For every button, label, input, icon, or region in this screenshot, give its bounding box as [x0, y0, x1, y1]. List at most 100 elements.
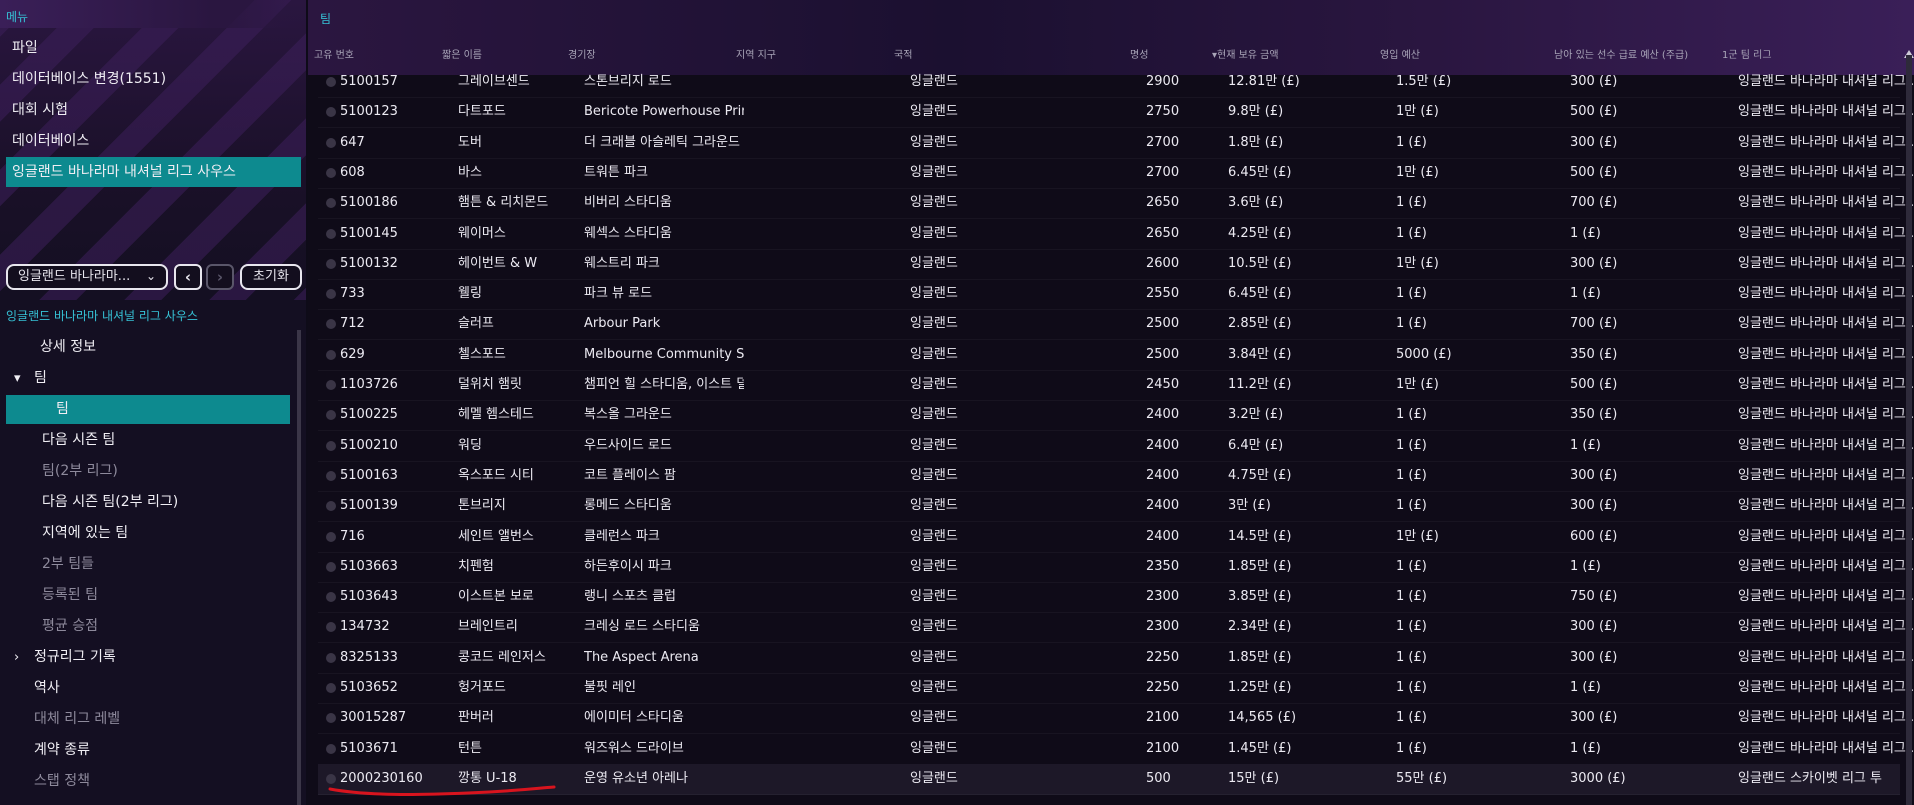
table-cell: 잉글랜드 [910, 407, 958, 423]
column-header[interactable]: 짧은 이름 [442, 46, 482, 61]
tree-item[interactable]: 팀(2부 리그) [6, 457, 290, 486]
table-cell: 잉글랜드 바나라마 내셔널 리그... [1738, 680, 1913, 695]
table-row[interactable]: 733 웰링 파크 뷰 로드 잉글랜드 2550 6.45만 (£) 1 (£) 1 (£) 잉… [318, 279, 1913, 311]
table-cell: 우드사이드 로드 [584, 437, 672, 453]
tree-item[interactable]: 대체 리그 레벨 [6, 705, 290, 734]
tree-item[interactable]: 2부 팀들 [6, 550, 290, 579]
next-button[interactable]: › [206, 264, 234, 290]
column-header[interactable]: 남아 있는 선수 급료 예산 (주급) [1554, 46, 1688, 61]
table-cell: 잉글랜드 [910, 437, 958, 453]
table-cell: 2700 [1146, 134, 1180, 150]
tree-item[interactable]: 다음 시즌 팀 [6, 426, 290, 455]
table-cell: 5100157 [340, 74, 398, 89]
table-cell: 5103663 [340, 558, 398, 574]
table-row[interactable]: 629 첼스포드 Melbourne Community Stadiu... 잉글랜드… [318, 340, 1913, 371]
menu-item[interactable]: 대회 시험 [6, 95, 301, 125]
column-header[interactable]: 영입 예산 [1380, 46, 1420, 61]
table-row[interactable]: 647 도버 더 크래블 아슬레틱 그라운드 잉글랜드 2700 1.8만 (£) 1 (£… [318, 128, 1913, 159]
table-row[interactable]: 5100225 헤멜 헴스테드 복스올 그라운드 잉글랜드 2400 3.2만 (£) 1 … [318, 400, 1913, 432]
table-row[interactable]: 5100145 웨이머스 웨섹스 스타디움 잉글랜드 2650 4.25만 (£) 1 (£… [318, 219, 1913, 250]
league-select[interactable]: 잉글랜드 바나라마... ⌄ [6, 264, 168, 290]
table-row[interactable]: 5100186 햄튼 & 리치몬드 비버리 스타디움 잉글랜드 2650 3.6만 (£)… [318, 188, 1913, 220]
column-header[interactable]: 지역 지구 [736, 46, 776, 61]
tree-item[interactable]: 상세 정보 [6, 333, 290, 362]
chevron-down-icon[interactable]: ▾ [14, 364, 21, 393]
column-header[interactable]: 명성 [1130, 46, 1148, 61]
reset-button[interactable]: 초기화 [240, 264, 302, 290]
table-cell: 잉글랜드 [910, 528, 958, 544]
column-header[interactable]: 1군 팀 리그 [1722, 46, 1772, 61]
sidebar-scrollbar[interactable] [297, 330, 301, 805]
table-cell: 5103643 [340, 589, 398, 605]
table-row[interactable]: 134732 브레인트리 크레싱 로드 스타디움 잉글랜드 2300 2.34만 (£) 1… [318, 612, 1913, 644]
menu-item[interactable]: 데이터베이스 [6, 126, 301, 156]
table-cell: 3만 (£) [1228, 498, 1271, 514]
table-cell: 300 (£) [1570, 255, 1618, 271]
tree-item[interactable]: 지역에 있는 팀 [6, 519, 290, 548]
menu-item[interactable]: 잉글랜드 바나라마 내셔널 리그 사우스 [6, 157, 301, 187]
table-cell: 2650 [1146, 225, 1180, 241]
tree-item[interactable]: 계약 종류 [6, 736, 290, 765]
table-row[interactable]: 5100157 그레이브센드 스톤브리지 로드 잉글랜드 2900 12.81만 (£) 1… [318, 67, 1913, 98]
tree-item[interactable]: 역사 [6, 674, 290, 703]
tree-item[interactable]: ▾ 팀 [6, 364, 290, 393]
table-cell: 5103671 [340, 740, 398, 756]
column-header[interactable]: 고유 번호 [314, 46, 354, 61]
tree-item[interactable]: 등록된 팀 [6, 581, 290, 610]
tree-item[interactable]: › 정규리그 기록 [6, 643, 290, 672]
table-cell: 1 (£) [1396, 558, 1427, 574]
column-header[interactable]: 국적 [894, 46, 912, 61]
table-row[interactable]: 5103643 이스트본 보로 랭니 스포츠 클럽 잉글랜드 2300 3.85만 (£)… [318, 582, 1913, 614]
table-cell: Bericote Powerhouse Princes... [584, 104, 744, 120]
table-cell: 14.5만 (£) [1228, 528, 1292, 544]
table-cell: 300 (£) [1570, 467, 1618, 483]
table-cell: 브레인트리 [458, 619, 518, 635]
table-row[interactable]: 5103652 헝거포드 불핏 레인 잉글랜드 2250 1.25만 (£) 1 (£) 1 … [318, 673, 1913, 704]
table-row[interactable]: 5100139 톤브리지 롱메드 스타디움 잉글랜드 2400 3만 (£) 1 (£) 30… [318, 491, 1913, 523]
tree-item-label: 상세 정보 [40, 339, 96, 355]
table-row[interactable]: 8325133 콩코드 레인저스 The Aspect Arena 잉글랜드 2250 1… [318, 643, 1913, 674]
table-row[interactable]: 5103663 치펜험 하든후이시 파크 잉글랜드 2350 1.85만 (£) 1 (£)… [318, 552, 1913, 583]
tree-item[interactable]: 평균 승점 [6, 612, 290, 641]
previous-button[interactable]: ‹ [174, 264, 202, 290]
table-row[interactable]: 608 바스 트워튼 파크 잉글랜드 2700 6.45만 (£) 1만 (£) 500 (£… [318, 158, 1913, 189]
menu-item[interactable]: 파일 [6, 33, 301, 63]
column-header[interactable]: ▾현재 보유 금액 [1212, 46, 1279, 61]
table-cell: 1 (£) [1396, 498, 1427, 514]
table-cell: 도버 [458, 134, 482, 150]
table-row[interactable]: 5100132 헤이번트 & W 웨스트리 파크 잉글랜드 2600 10.5만 (£) 1… [318, 249, 1913, 280]
table-row[interactable]: 5103671 턴튼 워즈워스 드라이브 잉글랜드 2100 1.45만 (£) 1 (£)… [318, 734, 1913, 765]
table-cell: 잉글랜드 [910, 619, 958, 635]
table-cell: 712 [340, 316, 365, 332]
table-cell: 잉글랜드 바나라마 내셔널 리그... [1738, 407, 1913, 423]
row-status-icon [326, 713, 336, 724]
table-cell: 턴튼 [458, 740, 482, 756]
table-row[interactable]: 5100163 옥스포드 시티 코트 플레이스 팜 잉글랜드 2400 4.75만 (£)… [318, 461, 1913, 492]
chevron-right-icon[interactable]: › [14, 643, 19, 672]
row-status-icon [326, 228, 336, 239]
row-status-icon [326, 77, 336, 87]
table-row[interactable]: 5100123 다트포드 Bericote Powerhouse Princes..… [318, 97, 1913, 129]
table-scrollbar[interactable] [1906, 55, 1912, 805]
table-cell: 608 [340, 164, 365, 180]
table-cell: 비버리 스타디움 [584, 195, 672, 211]
table-row[interactable]: 5100210 워딩 우드사이드 로드 잉글랜드 2400 6.4만 (£) 1 (£) 1 … [318, 431, 1913, 462]
table-cell: 잉글랜드 바나라마 내셔널 리그... [1738, 225, 1913, 241]
table-row[interactable]: 716 세인트 앨번스 클레런스 파크 잉글랜드 2400 14.5만 (£) 1만 (£)… [318, 522, 1913, 553]
table-row[interactable]: 712 슬러프 Arbour Park 잉글랜드 2500 2.85만 (£) 1 (£) 7… [318, 309, 1913, 341]
table-cell: 잉글랜드 [910, 286, 958, 302]
tree-item[interactable]: 다음 시즌 팀(2부 리그) [6, 488, 290, 517]
left-panel: 메뉴 파일 데이터베이스 변경(1551) 대회 시험 데이터베이스 잉글랜드 바나라마… [0, 0, 306, 805]
column-header[interactable]: 경기장 [568, 46, 596, 61]
table-row[interactable]: 1103726 덜위치 햄릿 챔피언 힐 스타디움, 이스트 덜위... 잉글랜드 24… [318, 370, 1913, 401]
menu-item[interactable]: 데이터베이스 변경(1551) [6, 64, 301, 94]
table-cell: 1 (£) [1570, 286, 1601, 302]
tree-item[interactable]: 팀 [6, 395, 290, 424]
table-cell: 잉글랜드 [910, 225, 958, 241]
tree-item-label: 팀 [56, 401, 69, 417]
table-cell: 300 (£) [1570, 74, 1618, 89]
table-row[interactable]: 30015287 판버러 에이미터 스타디움 잉글랜드 2100 14,565 (£) 1 … [318, 703, 1913, 735]
table-cell: 챔피언 힐 스타디움, 이스트 덜위... [584, 377, 744, 392]
tree-item[interactable]: 스탭 정책 [6, 767, 290, 796]
table-cell: 잉글랜드 바나라마 내셔널 리그... [1738, 528, 1913, 544]
